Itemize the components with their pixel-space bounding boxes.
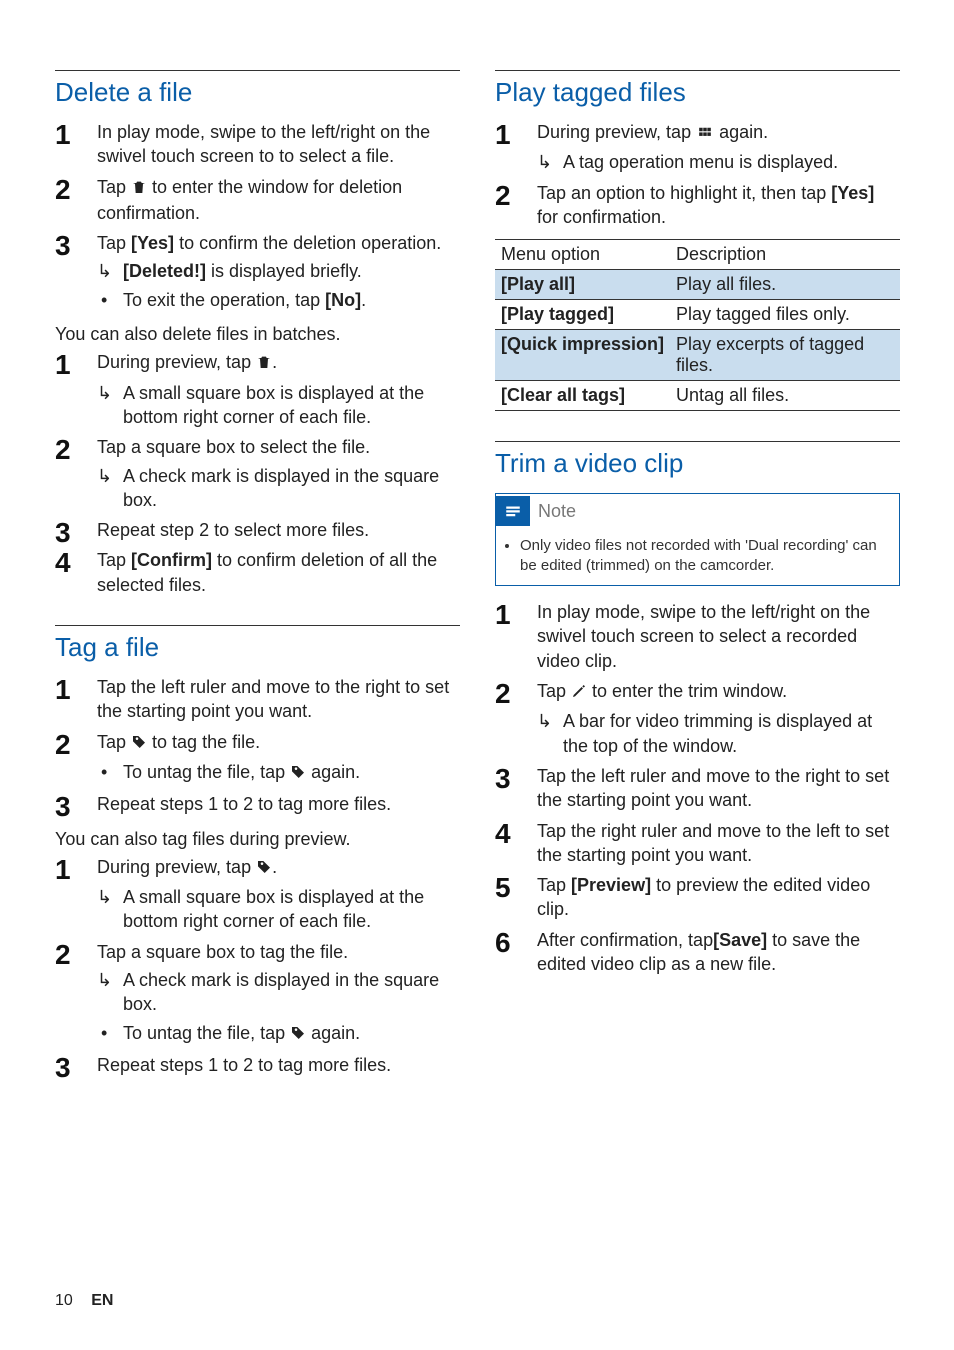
table-header-row: Menu option Description (495, 240, 900, 270)
ui-label: [Yes] (831, 183, 874, 203)
step: Tap [Confirm] to confirm deletion of all… (55, 548, 460, 597)
note-icon (496, 496, 530, 526)
option-desc: Untag all files. (670, 381, 900, 411)
tag-preview-steps: During preview, tap . A small square box… (55, 855, 460, 1077)
page-number: 10 (55, 1292, 73, 1309)
play-tagged-steps: During preview, tap again. A tag operati… (495, 120, 900, 229)
tag-icon (131, 732, 147, 756)
section-rule (495, 70, 900, 71)
step: Tap an option to highlight it, then tap … (495, 181, 900, 230)
ui-label: [Deleted!] (123, 261, 206, 281)
result-text: A check mark is displayed in the square … (97, 968, 460, 1017)
option-name: [Clear all tags] (495, 381, 670, 411)
step-text: Tap (97, 233, 131, 253)
option-name: [Quick impression] (495, 330, 670, 381)
step: Tap to enter the window for deletion con… (55, 175, 460, 226)
table-row: [Clear all tags] Untag all files. (495, 381, 900, 411)
step: Tap to tag the file. To untag the file, … (55, 730, 460, 787)
intermission-text: You can also tag files during preview. (55, 827, 460, 851)
step: Tap [Yes] to confirm the deletion operat… (55, 231, 460, 312)
menu-options-table: Menu option Description [Play all] Play … (495, 239, 900, 411)
heading-tag-file: Tag a file (55, 632, 460, 663)
grid-icon (696, 122, 714, 146)
step: Repeat steps 1 to 2 to tag more files. (55, 792, 460, 816)
step-text: to confirm the deletion operation. (174, 233, 441, 253)
step: Tap a square box to tag the file. A chec… (55, 940, 460, 1047)
hint-text: To untag the file, tap again. (97, 760, 460, 786)
result-text: A tag operation menu is displayed. (537, 150, 900, 174)
left-column: Delete a file In play mode, swipe to the… (55, 70, 460, 1087)
step: Repeat steps 1 to 2 to tag more files. (55, 1053, 460, 1077)
step: Tap [Preview] to preview the edited vide… (495, 873, 900, 922)
delete-steps: In play mode, swipe to the left/right on… (55, 120, 460, 312)
trim-steps: In play mode, swipe to the left/right on… (495, 600, 900, 976)
hint-text: To exit the operation, tap [No]. (97, 288, 460, 312)
delete-batch-steps: During preview, tap . A small square box… (55, 350, 460, 597)
tag-icon (290, 1023, 306, 1047)
heading-play-tagged: Play tagged files (495, 77, 900, 108)
pen-icon (571, 681, 587, 705)
result-text: A small square box is displayed at the b… (97, 381, 460, 430)
trash-icon (131, 177, 147, 201)
option-desc: Play all files. (670, 270, 900, 300)
table-header: Menu option (495, 240, 670, 270)
step: Tap the right ruler and move to the left… (495, 819, 900, 868)
result-text: A check mark is displayed in the square … (97, 464, 460, 513)
ui-label: [Yes] (131, 233, 174, 253)
section-rule (55, 625, 460, 626)
option-desc: Play excerpts of tagged files. (670, 330, 900, 381)
tag-icon (290, 762, 306, 786)
table-row: [Play all] Play all files. (495, 270, 900, 300)
section-rule (495, 441, 900, 442)
ui-label: [Confirm] (131, 550, 212, 570)
ui-label: [Preview] (571, 875, 651, 895)
option-name: [Play all] (495, 270, 670, 300)
step-text: Tap (97, 177, 131, 197)
step: During preview, tap . A small square box… (55, 350, 460, 429)
tag-icon (256, 857, 272, 881)
step: Repeat step 2 to select more files. (55, 518, 460, 542)
hint-text: To untag the file, tap again. (97, 1021, 460, 1047)
step: After confirmation, tap[Save] to save th… (495, 928, 900, 977)
table-row: [Play tagged] Play tagged files only. (495, 300, 900, 330)
ui-label: [Save] (713, 930, 767, 950)
result-text: [Deleted!] is displayed briefly. (97, 259, 460, 283)
trash-icon (256, 352, 272, 376)
step-text: In play mode, swipe to the left/right on… (97, 122, 430, 166)
table-header: Description (670, 240, 900, 270)
section-rule (55, 70, 460, 71)
step: During preview, tap . A small square box… (55, 855, 460, 934)
step: In play mode, swipe to the left/right on… (495, 600, 900, 673)
result-text: A small square box is displayed at the b… (97, 885, 460, 934)
heading-trim-clip: Trim a video clip (495, 448, 900, 479)
option-name: [Play tagged] (495, 300, 670, 330)
right-column: Play tagged files During preview, tap ag… (495, 70, 900, 1087)
step: Tap a square box to select the file. A c… (55, 435, 460, 512)
note-box: Note Only video files not recorded with … (495, 493, 900, 586)
result-text: A bar for video trimming is displayed at… (537, 709, 900, 758)
step: Tap the left ruler and move to the right… (495, 764, 900, 813)
step: Tap the left ruler and move to the right… (55, 675, 460, 724)
step: In play mode, swipe to the left/right on… (55, 120, 460, 169)
intermission-text: You can also delete files in batches. (55, 322, 460, 346)
page-footer: 10 EN (55, 1292, 113, 1310)
note-text: Only video files not recorded with 'Dual… (520, 536, 889, 575)
step: During preview, tap again. A tag operati… (495, 120, 900, 175)
language-code: EN (91, 1292, 113, 1309)
table-row: [Quick impression] Play excerpts of tagg… (495, 330, 900, 381)
heading-delete-file: Delete a file (55, 77, 460, 108)
note-label: Note (538, 501, 576, 522)
ui-label: [No] (325, 290, 361, 310)
step: Tap to enter the trim window. A bar for … (495, 679, 900, 758)
tag-steps: Tap the left ruler and move to the right… (55, 675, 460, 816)
option-desc: Play tagged files only. (670, 300, 900, 330)
